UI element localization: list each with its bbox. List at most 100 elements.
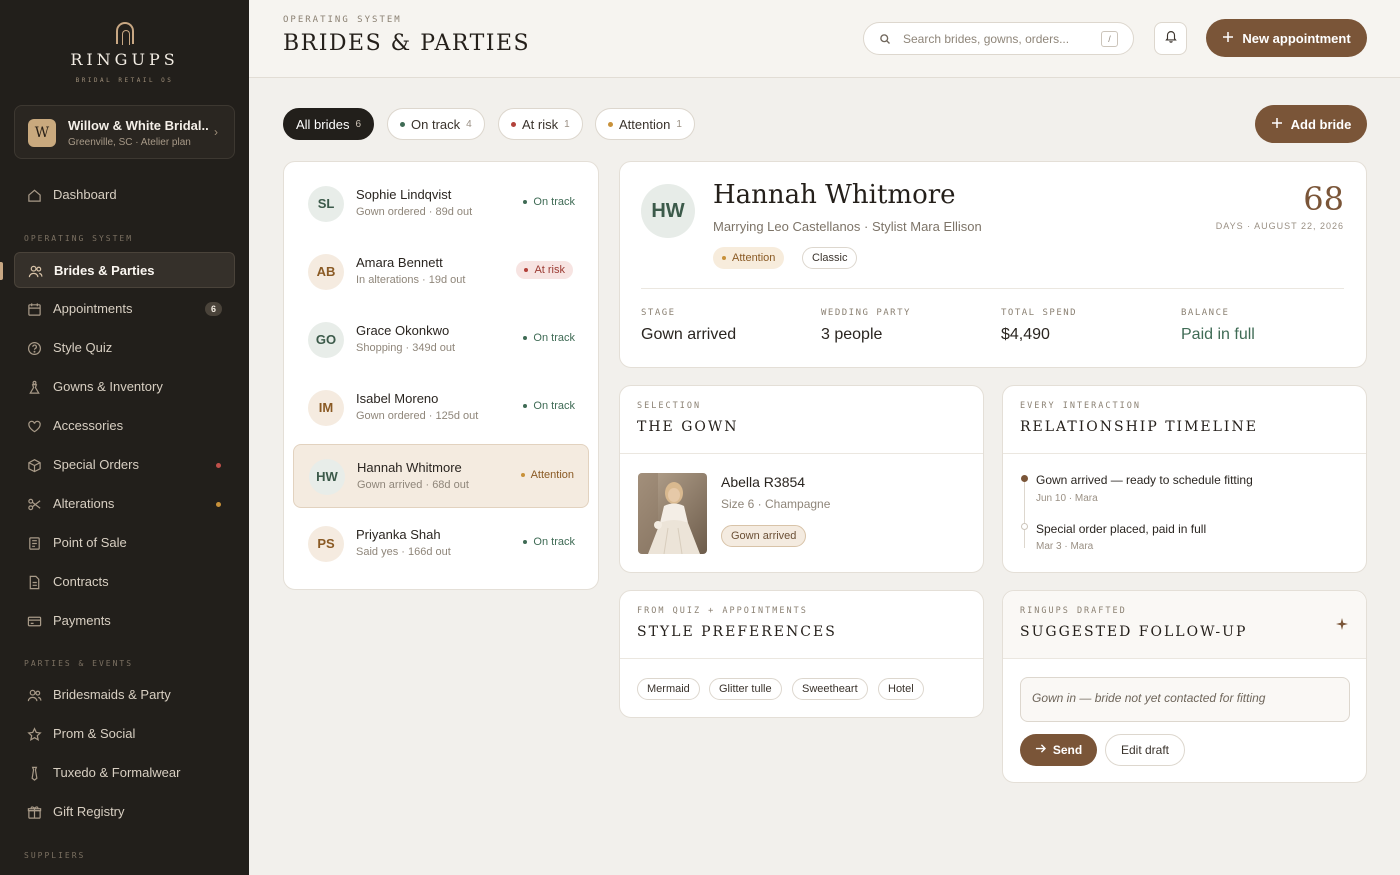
- sidebar-item-label: Bridesmaids & Party: [53, 687, 171, 702]
- new-appointment-label: New appointment: [1242, 30, 1351, 46]
- filter-label: At risk: [522, 116, 559, 132]
- nav-section-parties: PARTIES & EVENTS: [24, 659, 134, 668]
- register-icon: [26, 535, 42, 551]
- stat-label: BALANCE: [1181, 308, 1230, 318]
- stat-stage: STAGE Gown arrived: [641, 308, 736, 344]
- heart-icon: [26, 418, 42, 434]
- sidebar-item-point-of-sale[interactable]: Point of Sale: [14, 525, 235, 561]
- bride-name: Hannah Whitmore: [357, 460, 462, 475]
- card-eyebrow: FROM QUIZ + APPOINTMENTS: [637, 606, 808, 616]
- style-tag: Classic: [802, 247, 858, 269]
- filter-count: 6: [355, 118, 362, 130]
- filter-count: 1: [564, 118, 570, 130]
- sidebar-item-label: Style Quiz: [53, 340, 113, 355]
- avatar: SL: [308, 186, 344, 222]
- brand-tagline: BRIDAL RETAIL OS: [75, 77, 174, 84]
- scissors-icon: [26, 496, 42, 512]
- status-dot: [523, 540, 528, 544]
- status-badge: At risk: [516, 261, 573, 279]
- timeline-dot: [1021, 523, 1028, 530]
- filter-count: 1: [676, 118, 682, 130]
- list-item[interactable]: HW Hannah Whitmore Gown arrived · 68d ou…: [293, 444, 589, 508]
- filter-at-risk[interactable]: At risk 1: [498, 108, 583, 140]
- users-icon: [26, 687, 42, 703]
- attention-tag: Attention: [713, 247, 785, 269]
- card-header: EVERY INTERACTION RELATIONSHIP TIMELINE: [1003, 386, 1366, 454]
- card-title: SUGGESTED FOLLOW-UP: [1020, 624, 1248, 640]
- draft-message[interactable]: Gown in — bride not yet contacted for fi…: [1020, 677, 1350, 722]
- store-switcher[interactable]: W Willow & White Bridal... Greenville, S…: [14, 105, 235, 159]
- style-preferences-card: FROM QUIZ + APPOINTMENTS STYLE PREFERENC…: [619, 590, 984, 718]
- edit-draft-button[interactable]: Edit draft: [1105, 734, 1185, 766]
- bride-meta: Gown ordered · 125d out: [356, 410, 479, 422]
- sidebar-item-payments[interactable]: Payments: [14, 603, 235, 639]
- sidebar-item-brides-parties[interactable]: Brides & Parties: [14, 252, 235, 288]
- sidebar-item-tuxedo-formalwear[interactable]: Tuxedo & Formalwear: [14, 755, 235, 791]
- sidebar-item-appointments[interactable]: Appointments 6: [14, 291, 235, 327]
- card-title: STYLE PREFERENCES: [637, 624, 837, 640]
- avatar: PS: [308, 526, 344, 562]
- status-label: On track: [533, 332, 575, 344]
- list-item[interactable]: AB Amara Bennett In alterations · 19d ou…: [293, 240, 589, 304]
- arrow-right-icon: [1035, 743, 1046, 757]
- stat-label: STAGE: [641, 308, 676, 318]
- appointments-count-badge: 6: [205, 302, 222, 316]
- list-item[interactable]: IM Isabel Moreno Gown ordered · 125d out…: [293, 376, 589, 440]
- bride-detail-card: HW Hannah Whitmore Marrying Leo Castella…: [619, 161, 1367, 368]
- timeline-event-title: Gown arrived — ready to schedule fitting: [1036, 473, 1253, 487]
- notifications-button[interactable]: [1154, 22, 1187, 55]
- brand-logo[interactable]: RINGUPS BRIDAL RETAIL OS: [0, 22, 249, 84]
- list-item[interactable]: GO Grace Okonkwo Shopping · 349d out On …: [293, 308, 589, 372]
- list-item[interactable]: SL Sophie Lindqvist Gown ordered · 89d o…: [293, 172, 589, 236]
- bell-icon: [1164, 29, 1178, 48]
- filter-all-brides[interactable]: All brides 6: [283, 108, 375, 140]
- brand-name: RINGUPS: [70, 50, 179, 69]
- filter-on-track[interactable]: On track 4: [387, 108, 485, 140]
- sidebar-item-label: Prom & Social: [53, 726, 136, 741]
- sidebar-item-dashboard[interactable]: Dashboard: [14, 177, 235, 213]
- store-name: Willow & White Bridal...: [68, 118, 208, 133]
- stat-label: WEDDING PARTY: [821, 308, 911, 318]
- sidebar-item-accessories[interactable]: Accessories: [14, 408, 235, 444]
- page-eyebrow: OPERATING SYSTEM: [283, 15, 402, 25]
- card-icon: [26, 613, 42, 629]
- avatar: GO: [308, 322, 344, 358]
- nav-section-suppliers: SUPPLIERS: [24, 851, 86, 860]
- search-placeholder: Search brides, gowns, orders...: [903, 32, 1070, 46]
- question-icon: [26, 340, 42, 356]
- stat-value: Gown arrived: [641, 326, 737, 343]
- status-label: At risk: [534, 264, 565, 276]
- status-dot: [400, 121, 405, 127]
- sidebar-item-label: Special Orders: [53, 457, 139, 472]
- gown-status-tag: Gown arrived: [721, 525, 807, 547]
- relationship-timeline-card: EVERY INTERACTION RELATIONSHIP TIMELINE …: [1002, 385, 1367, 573]
- plus-icon: [1222, 31, 1234, 46]
- sidebar-item-style-quiz[interactable]: Style Quiz: [14, 330, 235, 366]
- status-dot: [523, 336, 528, 340]
- gown-photo[interactable]: [638, 473, 707, 554]
- bride-name: Priyanka Shah: [356, 527, 441, 542]
- sidebar-item-label: Contracts: [53, 574, 109, 589]
- stat-value: 3 people: [821, 326, 883, 343]
- sidebar-item-bridesmaids-party[interactable]: Bridesmaids & Party: [14, 677, 235, 713]
- preference-chip: Hotel: [878, 678, 924, 700]
- sidebar-item-prom-social[interactable]: Prom & Social: [14, 716, 235, 752]
- filter-attention[interactable]: Attention 1: [595, 108, 695, 140]
- card-eyebrow: RINGUPS DRAFTED: [1020, 606, 1127, 616]
- search-input[interactable]: Search brides, gowns, orders... /: [863, 22, 1134, 55]
- send-button[interactable]: Send: [1020, 734, 1097, 766]
- sidebar-item-contracts[interactable]: Contracts: [14, 564, 235, 600]
- sidebar-item-gowns-inventory[interactable]: Gowns & Inventory: [14, 369, 235, 405]
- sidebar-item-alterations[interactable]: Alterations: [14, 486, 235, 522]
- preference-chip: Glitter tulle: [709, 678, 782, 700]
- new-appointment-button[interactable]: New appointment: [1206, 19, 1367, 57]
- status-label: On track: [533, 196, 575, 208]
- list-item[interactable]: PS Priyanka Shah Said yes · 166d out On …: [293, 512, 589, 576]
- sidebar-item-special-orders[interactable]: Special Orders: [14, 447, 235, 483]
- special-orders-alert-dot: [216, 463, 221, 468]
- sidebar-item-gift-registry[interactable]: Gift Registry: [14, 794, 235, 830]
- bride-detail-subtitle: Marrying Leo Castellanos · Stylist Mara …: [713, 219, 982, 234]
- send-label: Send: [1052, 743, 1083, 757]
- add-bride-button[interactable]: Add bride: [1255, 105, 1367, 143]
- avatar: AB: [308, 254, 344, 290]
